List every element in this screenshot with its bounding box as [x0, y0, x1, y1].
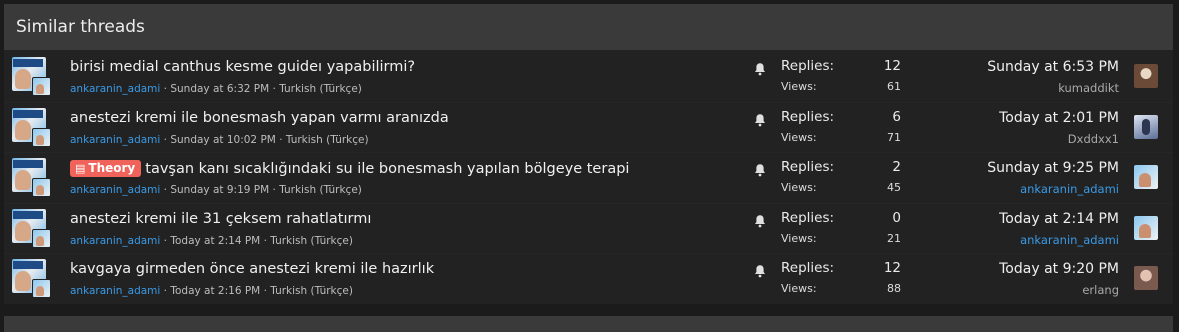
meme-avatar[interactable] — [1134, 165, 1158, 190]
thread-row[interactable]: anestezi kremi ile bonesmash yapan varmı… — [4, 101, 1173, 153]
thread-title[interactable]: anestezi kremi ile 31 çeksem rahatlatırm… — [70, 211, 371, 227]
girl-portrait-avatar[interactable] — [1134, 266, 1158, 291]
avatar-caption — [13, 59, 43, 67]
avatar-caption — [13, 261, 43, 270]
thread-title[interactable]: ▤ Theory tavşan kanı sıcaklığındaki su ile… — [70, 160, 629, 178]
author-mini-avatar[interactable] — [32, 228, 51, 248]
thread-row[interactable]: ▤ Theory tavşan kanı sıcaklığındaki su ile… — [4, 152, 1173, 203]
panel-title: Similar threads — [4, 4, 1173, 50]
replies-label: Replies: — [781, 209, 835, 226]
last-poster[interactable]: erlang — [1082, 283, 1119, 297]
views-count: 21 — [887, 231, 901, 245]
author-mini-avatar[interactable] — [32, 279, 51, 299]
theory-icon: ▤ — [75, 162, 86, 176]
last-post-date[interactable]: Today at 2:14 PM — [999, 211, 1119, 227]
author-link[interactable]: ankaranin_adami — [70, 235, 160, 247]
next-section-header — [4, 316, 1173, 332]
replies-label: Replies: — [781, 108, 835, 125]
author-link[interactable]: ankaranin_adami — [70, 285, 160, 297]
meme-avatar[interactable] — [1134, 215, 1158, 240]
replies-count: 12 — [883, 260, 901, 277]
watch-bell-icon[interactable] — [753, 264, 767, 278]
forum-link[interactable]: Turkish (Türkçe) — [270, 235, 353, 247]
thread-list: birisi medial canthus kesme guideı yapab… — [4, 50, 1173, 304]
replies-label: Replies: — [781, 260, 835, 277]
replies-count: 0 — [892, 209, 901, 226]
thread-date[interactable]: Sunday at 9:19 PM — [170, 184, 269, 196]
views-label: Views: — [781, 231, 817, 245]
watch-bell-icon[interactable] — [753, 163, 767, 177]
last-poster[interactable]: ankaranin_adami — [1020, 233, 1119, 247]
watch-bell-icon[interactable] — [753, 214, 767, 228]
thread-meta: ankaranin_adami · Sunday at 9:19 PM · Tu… — [70, 184, 362, 197]
views-count: 61 — [887, 80, 901, 93]
views-label: Views: — [781, 181, 817, 195]
author-mini-avatar[interactable] — [32, 178, 51, 198]
views-label: Views: — [781, 282, 817, 296]
replies-label: Replies: — [781, 159, 835, 176]
views-label: Views: — [781, 130, 817, 144]
last-poster[interactable]: Dxddxx1 — [1068, 132, 1119, 146]
forum-link[interactable]: Turkish (Türkçe) — [270, 285, 353, 297]
similar-threads-panel: Similar threads birisi medial canthus ke… — [4, 4, 1173, 304]
views-count: 45 — [887, 181, 901, 195]
thread-meta: ankaranin_adami · Today at 2:16 PM · Tur… — [70, 285, 353, 298]
last-post-date[interactable]: Today at 9:20 PM — [999, 261, 1119, 277]
replies-count: 6 — [892, 108, 901, 125]
replies-count: 12 — [883, 58, 901, 74]
forum-link[interactable]: Turkish (Türkçe) — [286, 134, 369, 146]
avatar-caption — [13, 160, 43, 169]
watch-bell-icon[interactable] — [753, 113, 767, 127]
thread-date[interactable]: Sunday at 6:32 PM — [170, 83, 269, 95]
prefix-badge-theory[interactable]: ▤ Theory — [70, 160, 142, 178]
thread-meta: ankaranin_adami · Today at 2:14 PM · Tur… — [70, 234, 353, 247]
thread-title[interactable]: birisi medial canthus kesme guideı yapab… — [70, 59, 415, 75]
author-mini-avatar[interactable] — [32, 127, 51, 147]
thread-meta: ankaranin_adami · Sunday at 10:02 PM · T… — [70, 133, 369, 146]
thread-row[interactable]: kavgaya girmeden önce anestezi kremi ile… — [4, 253, 1173, 304]
views-count: 88 — [887, 282, 901, 296]
forum-link[interactable]: Turkish (Türkçe) — [279, 184, 362, 196]
forum-link[interactable]: Turkish (Türkçe) — [279, 83, 362, 95]
avatar-caption — [13, 109, 43, 118]
thread-title[interactable]: anestezi kremi ile bonesmash yapan varmı… — [70, 110, 449, 126]
last-post-date[interactable]: Today at 2:01 PM — [999, 110, 1119, 126]
last-poster[interactable]: kumaddikt — [1058, 81, 1119, 95]
brown-portrait-avatar[interactable] — [1134, 64, 1158, 88]
thread-meta: ankaranin_adami · Sunday at 6:32 PM · Tu… — [70, 83, 362, 95]
thread-row[interactable]: anestezi kremi ile 31 çeksem rahatlatırm… — [4, 202, 1173, 254]
watch-bell-icon[interactable] — [753, 62, 767, 76]
views-count: 71 — [887, 130, 901, 144]
author-link[interactable]: ankaranin_adami — [70, 184, 160, 196]
thread-title[interactable]: kavgaya girmeden önce anestezi kremi ile… — [70, 261, 434, 277]
avatar-caption — [13, 210, 43, 219]
thread-date[interactable]: Sunday at 10:02 PM — [170, 134, 276, 146]
views-label: Views: — [781, 80, 817, 93]
last-post-date[interactable]: Sunday at 6:53 PM — [987, 59, 1119, 75]
author-mini-avatar[interactable] — [32, 77, 51, 96]
last-post-date[interactable]: Sunday at 9:25 PM — [987, 160, 1119, 176]
thread-row[interactable]: birisi medial canthus kesme guideı yapab… — [4, 52, 1173, 102]
replies-label: Replies: — [781, 58, 835, 74]
dark-figure-avatar[interactable] — [1134, 114, 1158, 139]
last-poster[interactable]: ankaranin_adami — [1020, 182, 1119, 196]
thread-date[interactable]: Today at 2:16 PM — [170, 285, 260, 297]
author-link[interactable]: ankaranin_adami — [70, 83, 160, 95]
thread-date[interactable]: Today at 2:14 PM — [170, 235, 260, 247]
replies-count: 2 — [892, 159, 901, 176]
author-link[interactable]: ankaranin_adami — [70, 134, 160, 146]
